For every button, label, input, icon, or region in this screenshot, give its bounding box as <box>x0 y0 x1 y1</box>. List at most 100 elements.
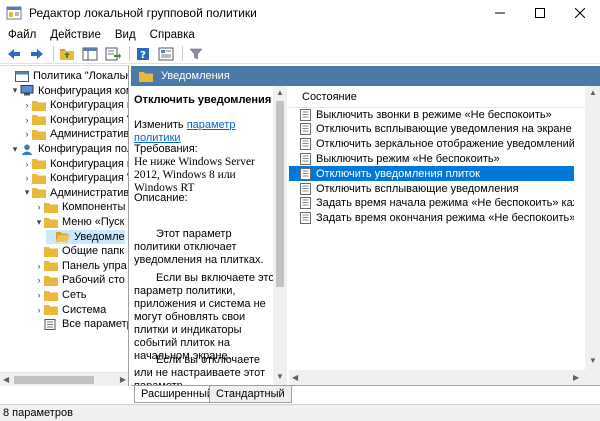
tree-item[interactable]: › Конфигурация п <box>22 157 129 171</box>
status-text: 8 параметров <box>3 407 73 419</box>
app-icon <box>6 6 22 20</box>
policy-setting-row[interactable]: Отключить уведомления плиток <box>289 166 574 182</box>
tree-item[interactable]: › Компоненты <box>34 200 126 214</box>
tab-standard[interactable]: Стандартный <box>209 386 292 403</box>
toolbar-separator <box>53 46 54 61</box>
computer-icon <box>20 85 34 96</box>
scrollbar-thumb[interactable] <box>276 101 284 287</box>
help-button[interactable]: ? <box>133 45 153 63</box>
expanded-chevron-icon[interactable]: ▾ <box>22 187 32 198</box>
tree-item[interactable]: ▾ Конфигурация комп <box>10 84 128 98</box>
minimize-button[interactable] <box>480 0 520 26</box>
policy-setting-row[interactable]: Задать время окончания режима «Не беспок… <box>289 211 574 226</box>
menu-file[interactable]: Файл <box>0 29 43 41</box>
menu-bar: Файл Действие Вид Справка <box>0 26 600 44</box>
collapsed-chevron-icon[interactable]: › <box>34 202 44 212</box>
tree-item[interactable]: › Конфигурация п <box>22 98 129 112</box>
menu-action[interactable]: Действие <box>43 29 108 41</box>
export-list-icon <box>105 47 121 60</box>
policy-setting-icon <box>300 212 311 225</box>
policy-setting-row[interactable]: Отключить всплывающие уведомления <box>289 181 574 196</box>
scroll-right-icon[interactable]: ▶ <box>120 375 126 384</box>
policy-icon <box>15 70 29 82</box>
tree-item[interactable]: › Рабочий сто <box>34 273 125 287</box>
toolbar: ? <box>0 44 600 64</box>
scrollbar-thumb[interactable] <box>14 376 94 384</box>
tree-item-label: Конфигурация п <box>50 157 129 170</box>
collapsed-chevron-icon[interactable]: › <box>22 100 32 110</box>
tree-item[interactable]: › Сеть <box>34 288 87 302</box>
export-list-button[interactable] <box>103 45 123 63</box>
properties-button[interactable] <box>156 45 176 63</box>
collapsed-chevron-icon[interactable]: › <box>22 173 32 183</box>
policy-setting-label: Отключить всплывающие уведомления на экр… <box>316 123 574 136</box>
description-vertical-scrollbar[interactable]: ▲ ▼ <box>273 86 287 385</box>
up-folder-button[interactable] <box>57 45 77 63</box>
forward-button[interactable] <box>27 45 47 63</box>
scroll-down-icon[interactable]: ▼ <box>589 356 597 365</box>
collapsed-chevron-icon[interactable]: › <box>22 115 32 125</box>
maximize-icon <box>535 8 545 18</box>
collapsed-chevron-icon[interactable]: › <box>34 275 44 285</box>
tab-extended[interactable]: Расширенный <box>134 386 220 403</box>
tree-item[interactable]: › Административн <box>22 127 129 141</box>
view-tabs: Расширенный Стандартный <box>131 385 600 404</box>
list-vertical-scrollbar[interactable]: ▲ ▼ <box>585 86 600 385</box>
policy-setting-row[interactable]: Задать время начала режима «Не беспокоит… <box>289 196 574 211</box>
expanded-chevron-icon[interactable]: ▾ <box>10 144 20 155</box>
policy-setting-row[interactable]: Отключить всплывающие уведомления на экр… <box>289 122 574 137</box>
scroll-left-icon[interactable]: ◀ <box>292 373 298 382</box>
tree-item[interactable]: › Конфигурация V <box>22 113 129 127</box>
list-column-header[interactable]: Состояние <box>289 86 600 108</box>
tree-item[interactable]: › Система <box>34 303 107 317</box>
show-hide-tree-icon <box>82 47 98 60</box>
scroll-left-icon[interactable]: ◀ <box>3 375 9 384</box>
policy-setting-row[interactable]: Отключить зеркальное отображение уведомл… <box>289 137 574 152</box>
policy-setting-icon <box>300 123 311 136</box>
back-button[interactable] <box>4 45 24 63</box>
folder-icon <box>44 261 58 272</box>
tree-item[interactable]: Уведомле <box>46 229 125 244</box>
collapsed-chevron-icon[interactable]: › <box>22 129 32 139</box>
tree-item[interactable]: › Конфигурация V <box>22 171 129 185</box>
collapsed-chevron-icon[interactable]: › <box>34 290 44 300</box>
tree-item-label: Конфигурация V <box>50 113 129 126</box>
close-button[interactable] <box>560 0 600 26</box>
tree-item[interactable]: ▾ Конфигурация поль <box>10 142 129 156</box>
expanded-chevron-icon[interactable]: ▾ <box>10 85 20 96</box>
tree-item[interactable]: › Панель упра <box>34 259 127 273</box>
tree-horizontal-scrollbar[interactable]: ◀ ▶ <box>0 372 128 386</box>
folder-icon <box>32 100 46 111</box>
tree-item-label: Административн <box>50 128 129 141</box>
tree-item[interactable]: Политика "Локальный <box>5 69 128 83</box>
collapsed-chevron-icon[interactable]: › <box>22 159 32 169</box>
all-settings-icon <box>44 318 56 330</box>
tree-item-label: Политика "Локальный <box>33 70 128 82</box>
user-icon <box>21 144 33 155</box>
policy-setting-icon <box>300 167 311 180</box>
tree-item[interactable]: ▾ Меню «Пуск <box>34 215 125 229</box>
collapsed-chevron-icon[interactable]: › <box>34 261 44 271</box>
menu-view[interactable]: Вид <box>108 29 143 41</box>
back-icon <box>8 48 20 59</box>
maximize-button[interactable] <box>520 0 560 26</box>
policy-setting-row[interactable]: Выключить режим «Не беспокоить» <box>289 151 574 166</box>
list-horizontal-scrollbar[interactable]: ◀ ▶ <box>289 370 585 385</box>
expanded-chevron-icon[interactable]: ▾ <box>34 217 44 228</box>
folder-icon <box>32 115 46 126</box>
policy-setting-row[interactable]: Выключить звонки в режиме «Не беспокоить… <box>289 107 574 122</box>
scroll-down-icon[interactable]: ▼ <box>276 372 284 381</box>
policy-setting-label: Выключить режим «Не беспокоить» <box>316 152 500 165</box>
scroll-up-icon[interactable]: ▲ <box>276 88 284 97</box>
scroll-up-icon[interactable]: ▲ <box>589 88 597 97</box>
tree-item-label: Конфигурация поль <box>38 143 129 155</box>
tree-item[interactable]: Общие папк <box>34 244 124 258</box>
edit-prefix: Изменить <box>134 119 187 131</box>
scroll-right-icon[interactable]: ▶ <box>573 373 579 382</box>
tree-item[interactable]: ▾ Административн <box>22 186 128 200</box>
tree-item[interactable]: Все параметр <box>34 317 128 331</box>
show-hide-tree-button[interactable] <box>80 45 100 63</box>
menu-help[interactable]: Справка <box>143 29 202 41</box>
filter-button[interactable] <box>186 45 206 63</box>
collapsed-chevron-icon[interactable]: › <box>34 305 44 315</box>
